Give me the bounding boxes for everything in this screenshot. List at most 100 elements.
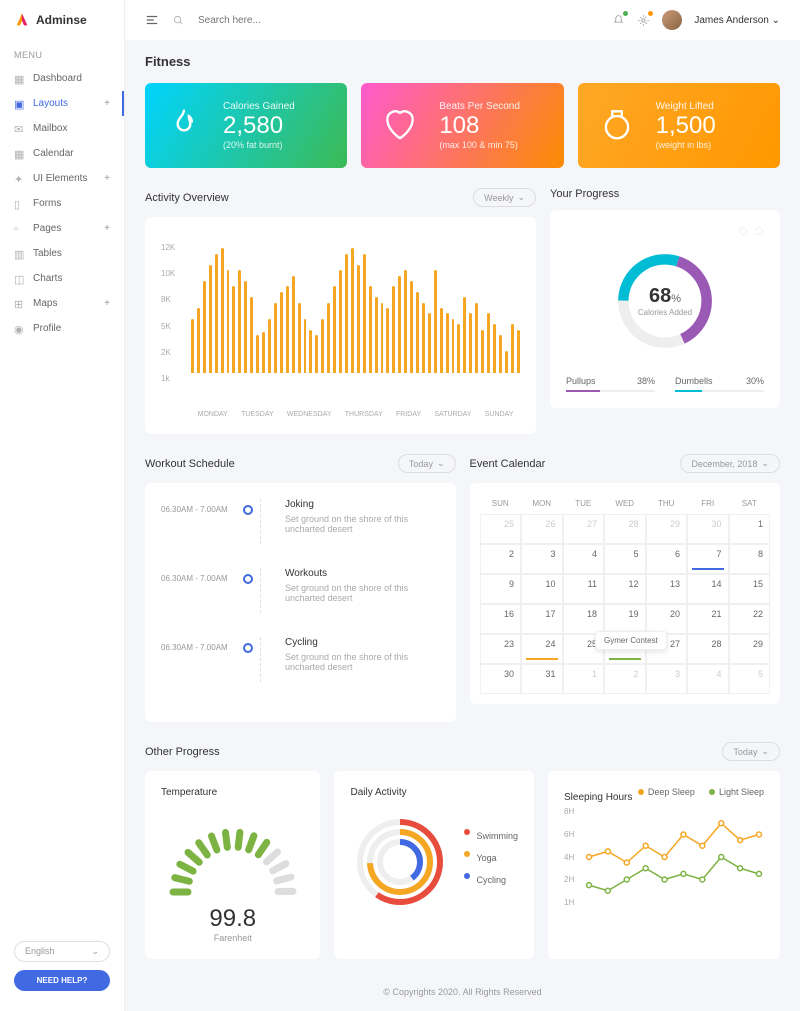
chart-bar (446, 313, 449, 373)
sidebar-item-mailbox[interactable]: ✉ Mailbox (0, 116, 124, 141)
sidebar-item-tables[interactable]: ▥ Tables (0, 241, 124, 266)
cal-cell[interactable]: 14 (687, 574, 729, 604)
notification-icon[interactable] (612, 14, 625, 27)
cal-cell[interactable]: 1 (563, 664, 605, 694)
cal-cell[interactable]: 2 (480, 544, 522, 574)
cal-cell[interactable]: 16 (480, 604, 522, 634)
cal-cell[interactable]: 29 (646, 514, 688, 544)
chart-bar (321, 319, 324, 373)
settings-icon[interactable] (637, 14, 650, 27)
cal-cell[interactable]: 30 (480, 664, 522, 694)
cal-cell[interactable]: 15 (729, 574, 771, 604)
chart-bar (197, 308, 200, 373)
cal-cell[interactable]: 21 (687, 604, 729, 634)
cal-cell[interactable]: 8 (729, 544, 771, 574)
cal-cell[interactable]: 27 (563, 514, 605, 544)
cal-cell[interactable]: 12 (604, 574, 646, 604)
cal-cell[interactable]: 28 (604, 514, 646, 544)
cal-cell[interactable]: 17 (521, 604, 563, 634)
gear-icon[interactable] (738, 226, 748, 236)
cal-cell[interactable]: 1 (729, 514, 771, 544)
language-select[interactable]: English⌄ (14, 941, 110, 962)
chart-bar (238, 270, 241, 373)
sidebar-item-forms[interactable]: ▯ Forms (0, 191, 124, 216)
cal-cell[interactable]: 25 (480, 514, 522, 544)
schedule-time: 06.30AM - 7.00AM (161, 637, 229, 652)
chevron-down-icon: ⌄ (761, 746, 769, 757)
progress-card: 68% Calories Added Pullups38% Dumbells30… (550, 210, 780, 408)
cal-cell[interactable]: 13 (646, 574, 688, 604)
activity-filter[interactable]: Weekly⌄ (473, 188, 536, 207)
cal-cell[interactable]: 4 (563, 544, 605, 574)
schedule-filter[interactable]: Today⌄ (398, 454, 456, 473)
menu-toggle-icon[interactable] (145, 13, 159, 27)
schedule-item: 06.30AM - 7.00AM Cycling Set ground on t… (161, 637, 440, 682)
chart-bar (268, 319, 271, 373)
sidebar-item-pages[interactable]: ▫ Pages + (0, 216, 124, 241)
cal-cell[interactable]: 23 (480, 634, 522, 664)
cal-cell[interactable]: 20 (646, 604, 688, 634)
ring-legend-item: Swimming (464, 829, 518, 843)
chart-bar (517, 330, 520, 373)
cal-cell[interactable]: 31 (521, 664, 563, 694)
plus-icon: + (104, 298, 110, 309)
nav-label: Maps (33, 298, 96, 309)
refresh-icon[interactable] (754, 226, 764, 236)
other-filter[interactable]: Today⌄ (722, 742, 780, 761)
cal-tooltip: Gymer Contest (595, 631, 667, 650)
cal-cell[interactable]: 26 (521, 514, 563, 544)
user-menu[interactable]: James Anderson ⌄ (694, 15, 780, 26)
calendar-card: SUNMONTUEWEDTHUFRISAT 252627282930123456… (470, 483, 781, 704)
sidebar-item-dashboard[interactable]: ▦ Dashboard (0, 66, 124, 91)
schedule-title: Workout Schedule (145, 458, 235, 470)
sidebar-item-ui-elements[interactable]: ✦ UI Elements + (0, 166, 124, 191)
cal-cell[interactable]: 2 (604, 664, 646, 694)
sidebar-item-calendar[interactable]: ▦ Calendar (0, 141, 124, 166)
cal-cell[interactable]: 3 (521, 544, 563, 574)
stat-label: Beats Per Second (439, 101, 520, 112)
cal-cell[interactable]: 10 (521, 574, 563, 604)
cal-cell[interactable]: 9 (480, 574, 522, 604)
cal-cell[interactable]: 11 (563, 574, 605, 604)
cal-day-head: MON (521, 499, 563, 508)
cal-cell[interactable]: 7 (687, 544, 729, 574)
chevron-down-icon: ⌄ (91, 946, 99, 957)
cal-cell[interactable]: 30 (687, 514, 729, 544)
cal-cell[interactable]: 5 (729, 664, 771, 694)
search-input[interactable] (198, 15, 598, 26)
topbar: James Anderson ⌄ (125, 0, 800, 40)
sidebar-item-profile[interactable]: ◉ Profile (0, 316, 124, 341)
cal-cell[interactable]: 5 (604, 544, 646, 574)
chart-bar (404, 270, 407, 373)
cal-cell[interactable]: 29 (729, 634, 771, 664)
sidebar-item-maps[interactable]: ⊞ Maps + (0, 291, 124, 316)
chart-bar (191, 319, 194, 373)
chart-bar (209, 265, 212, 373)
cal-cell[interactable]: 4 (687, 664, 729, 694)
nav-label: Tables (33, 248, 110, 259)
cal-cell[interactable]: 3 (646, 664, 688, 694)
chart-bar (475, 303, 478, 373)
cal-cell[interactable]: 24 (521, 634, 563, 664)
cal-day-head: FRI (687, 499, 729, 508)
stat-value: 1,500 (656, 112, 716, 140)
cal-cell[interactable]: 6 (646, 544, 688, 574)
timeline-dot-icon (243, 643, 253, 653)
cal-cell[interactable]: 22 (729, 604, 771, 634)
sidebar-item-layouts[interactable]: ▣ Layouts + (0, 91, 124, 116)
progress-title: Your Progress (550, 188, 619, 200)
ring-legend-item: Cycling (464, 873, 518, 887)
cal-cell[interactable]: 19Gymer Contest (604, 604, 646, 634)
schedule-name: Cycling (285, 637, 440, 648)
nav-icon: ⊞ (14, 298, 25, 309)
avatar[interactable] (662, 10, 682, 30)
logo[interactable]: Adminse (0, 0, 124, 40)
chart-bar (487, 313, 490, 373)
calendar-filter[interactable]: December, 2018⌄ (680, 454, 780, 473)
stat-card: Calories Gained 2,580 (20% fat burnt) (145, 83, 347, 168)
sidebar-item-charts[interactable]: ◫ Charts (0, 266, 124, 291)
cal-cell[interactable]: 28 (687, 634, 729, 664)
cal-cell[interactable]: 18 (563, 604, 605, 634)
chart-bar (422, 303, 425, 373)
chart-bar (221, 248, 224, 373)
